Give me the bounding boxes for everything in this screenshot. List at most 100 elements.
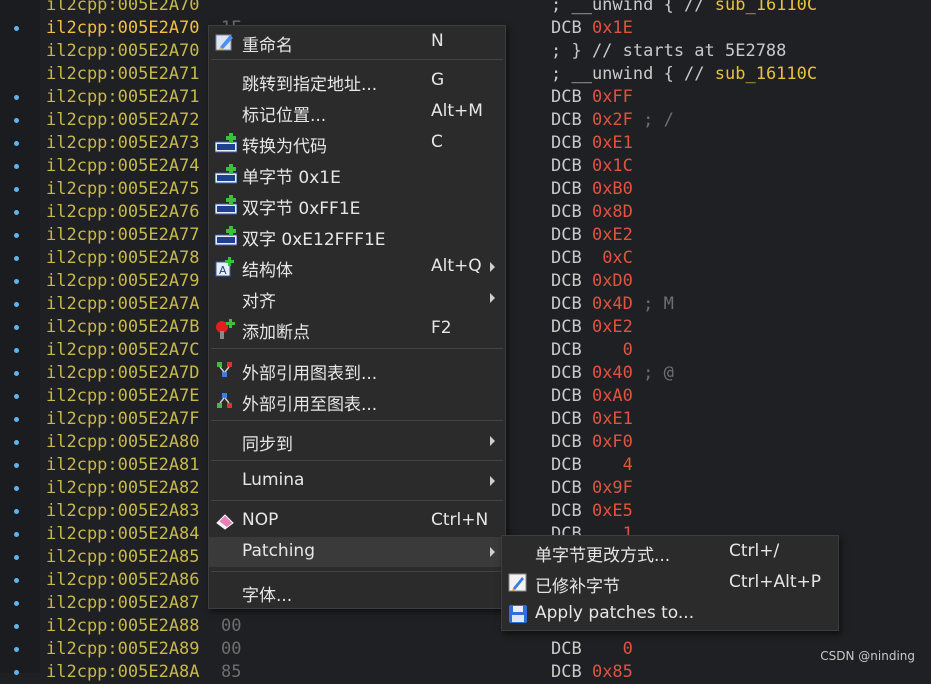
- row-address[interactable]: il2cpp:005E2A7C: [46, 339, 200, 362]
- row-address[interactable]: il2cpp:005E2A80: [46, 431, 200, 454]
- breakpoint-marker-icon[interactable]: [14, 210, 19, 215]
- breakpoint-marker-icon[interactable]: [14, 486, 19, 491]
- breakpoint-marker-icon[interactable]: [14, 532, 19, 537]
- breakpoint-marker-icon[interactable]: [14, 348, 19, 353]
- breakpoint-marker-icon[interactable]: [14, 601, 19, 606]
- row-address[interactable]: il2cpp:005E2A79: [46, 270, 200, 293]
- breakpoint-marker-icon[interactable]: [14, 187, 19, 192]
- menu-item-struct[interactable]: A 结构体 Alt+Q: [209, 252, 505, 282]
- breakpoint-marker-icon[interactable]: [14, 95, 19, 100]
- row-address[interactable]: il2cpp:005E2A7B: [46, 316, 200, 339]
- menu-item-mark-position[interactable]: 标记位置... Alt+M: [209, 97, 505, 127]
- row-address[interactable]: il2cpp:005E2A7E: [46, 385, 200, 408]
- breakpoint-marker-icon[interactable]: [14, 440, 19, 445]
- instr-text: DCB: [551, 340, 623, 360]
- row-address[interactable]: il2cpp:005E2A7D: [46, 362, 200, 385]
- menu-item-lumina[interactable]: Lumina: [209, 466, 505, 496]
- row-address[interactable]: il2cpp:005E2A83: [46, 500, 200, 523]
- menu-item-nop[interactable]: NOP Ctrl+N: [209, 506, 505, 536]
- data-icon: [214, 195, 238, 215]
- menu-item-add-breakpoint[interactable]: 添加断点 F2: [209, 314, 505, 344]
- menu-item-font[interactable]: 字体...: [209, 577, 505, 607]
- submenu-arrow-icon: [490, 262, 495, 272]
- row-address[interactable]: il2cpp:005E2A7A: [46, 293, 200, 316]
- instr-value: 0xFF: [591, 87, 633, 107]
- row-address[interactable]: il2cpp:005E2A74: [46, 155, 200, 178]
- row-address[interactable]: il2cpp:005E2A78: [46, 247, 200, 270]
- row-address[interactable]: il2cpp:005E2A88: [46, 615, 200, 638]
- row-instruction: DCB 0x1E: [551, 17, 633, 40]
- instr-text: DCB: [551, 432, 592, 452]
- row-instruction: ; __unwind { // sub_16110C: [551, 63, 817, 86]
- breakpoint-marker-icon[interactable]: [14, 394, 19, 399]
- breakpoint-marker-icon[interactable]: [14, 302, 19, 307]
- listing-row[interactable]: il2cpp:005E2A70 ; __unwind { // sub_16110…: [0, 0, 931, 17]
- breakpoint-marker-icon[interactable]: [14, 325, 19, 330]
- menu-item-patching[interactable]: Patching: [209, 537, 505, 567]
- row-address[interactable]: il2cpp:005E2A77: [46, 224, 200, 247]
- breakpoint-marker-icon[interactable]: [14, 509, 19, 514]
- row-address[interactable]: il2cpp:005E2A75: [46, 178, 200, 201]
- breakpoint-marker-icon[interactable]: [14, 578, 19, 583]
- instr-value: 0x4D: [591, 294, 633, 314]
- menu-item-jump-to-address[interactable]: 跳转到指定地址... G: [209, 66, 505, 96]
- instr-sub-ref[interactable]: sub_16110C: [715, 0, 817, 15]
- breakpoint-marker-icon[interactable]: [14, 233, 19, 238]
- instr-text: ; __unwind { //: [551, 64, 715, 84]
- menu-item-sync-to[interactable]: 同步到: [209, 426, 505, 456]
- breakpoint-marker-icon[interactable]: [14, 141, 19, 146]
- menu-item-xref-graph-from[interactable]: 外部引用图表到...: [209, 355, 505, 385]
- row-address[interactable]: il2cpp:005E2A76: [46, 201, 200, 224]
- instr-value: 0x2F: [591, 110, 633, 130]
- row-instruction: DCB 0xFF: [551, 86, 633, 109]
- menu-item-change-byte[interactable]: 单字节更改方式... Ctrl+/: [502, 537, 838, 567]
- instr-value: 0: [622, 340, 633, 360]
- breakpoint-marker-icon[interactable]: [14, 417, 19, 422]
- row-address[interactable]: il2cpp:005E2A71: [46, 86, 200, 109]
- instr-value: 0xE2: [591, 317, 633, 337]
- row-address[interactable]: il2cpp:005E2A73: [46, 132, 200, 155]
- patch-icon: [508, 573, 528, 593]
- menu-item-word[interactable]: 双字节 0xFF1E: [209, 190, 505, 220]
- rename-icon: [215, 32, 235, 52]
- row-address[interactable]: il2cpp:005E2A84: [46, 523, 200, 546]
- data-icon: [214, 226, 238, 246]
- submenu-arrow-icon: [490, 436, 495, 446]
- row-address[interactable]: il2cpp:005E2A89: [46, 638, 200, 661]
- instr-sub-ref[interactable]: sub_16110C: [715, 64, 817, 84]
- menu-item-rename[interactable]: 重命名 N: [209, 27, 505, 57]
- instr-text: DCB: [551, 225, 592, 245]
- menu-item-byte[interactable]: 单字节 0x1E: [209, 159, 505, 189]
- menu-item-align[interactable]: 对齐: [209, 283, 505, 313]
- row-address[interactable]: il2cpp:005E2A70: [46, 0, 200, 17]
- menu-separator: [211, 460, 503, 461]
- row-address[interactable]: il2cpp:005E2A87: [46, 592, 200, 615]
- breakpoint-marker-icon[interactable]: [14, 118, 19, 123]
- row-address[interactable]: il2cpp:005E2A71: [46, 63, 200, 86]
- breakpoint-marker-icon[interactable]: [14, 26, 19, 31]
- svg-text:A: A: [219, 264, 227, 277]
- breakpoint-marker-icon[interactable]: [14, 624, 19, 629]
- row-address[interactable]: il2cpp:005E2A72: [46, 109, 200, 132]
- submenu-arrow-icon: [490, 293, 495, 303]
- row-address[interactable]: il2cpp:005E2A7F: [46, 408, 200, 431]
- menu-item-apply-patches[interactable]: Apply patches to...: [502, 599, 838, 629]
- breakpoint-marker-icon[interactable]: [14, 463, 19, 468]
- menu-item-dword[interactable]: 双字 0xE12FFF1E: [209, 221, 505, 251]
- listing-row[interactable]: il2cpp:005E2A89 00 DCB 0: [0, 638, 931, 661]
- menu-item-xref-graph-to[interactable]: 外部引用至图表...: [209, 386, 505, 416]
- breakpoint-marker-icon[interactable]: [14, 371, 19, 376]
- row-address[interactable]: il2cpp:005E2A86: [46, 569, 200, 592]
- row-address[interactable]: il2cpp:005E2A85: [46, 546, 200, 569]
- menu-item-patched-bytes[interactable]: 已修补字节 Ctrl+Alt+P: [502, 568, 838, 598]
- breakpoint-marker-icon[interactable]: [14, 256, 19, 261]
- row-address[interactable]: il2cpp:005E2A70: [46, 17, 200, 40]
- breakpoint-marker-icon[interactable]: [14, 555, 19, 560]
- row-address[interactable]: il2cpp:005E2A81: [46, 454, 200, 477]
- breakpoint-marker-icon[interactable]: [14, 279, 19, 284]
- breakpoint-marker-icon[interactable]: [14, 647, 19, 652]
- row-address[interactable]: il2cpp:005E2A70: [46, 40, 200, 63]
- breakpoint-marker-icon[interactable]: [14, 164, 19, 169]
- menu-item-convert-to-code[interactable]: 转换为代码 C: [209, 128, 505, 158]
- row-address[interactable]: il2cpp:005E2A82: [46, 477, 200, 500]
